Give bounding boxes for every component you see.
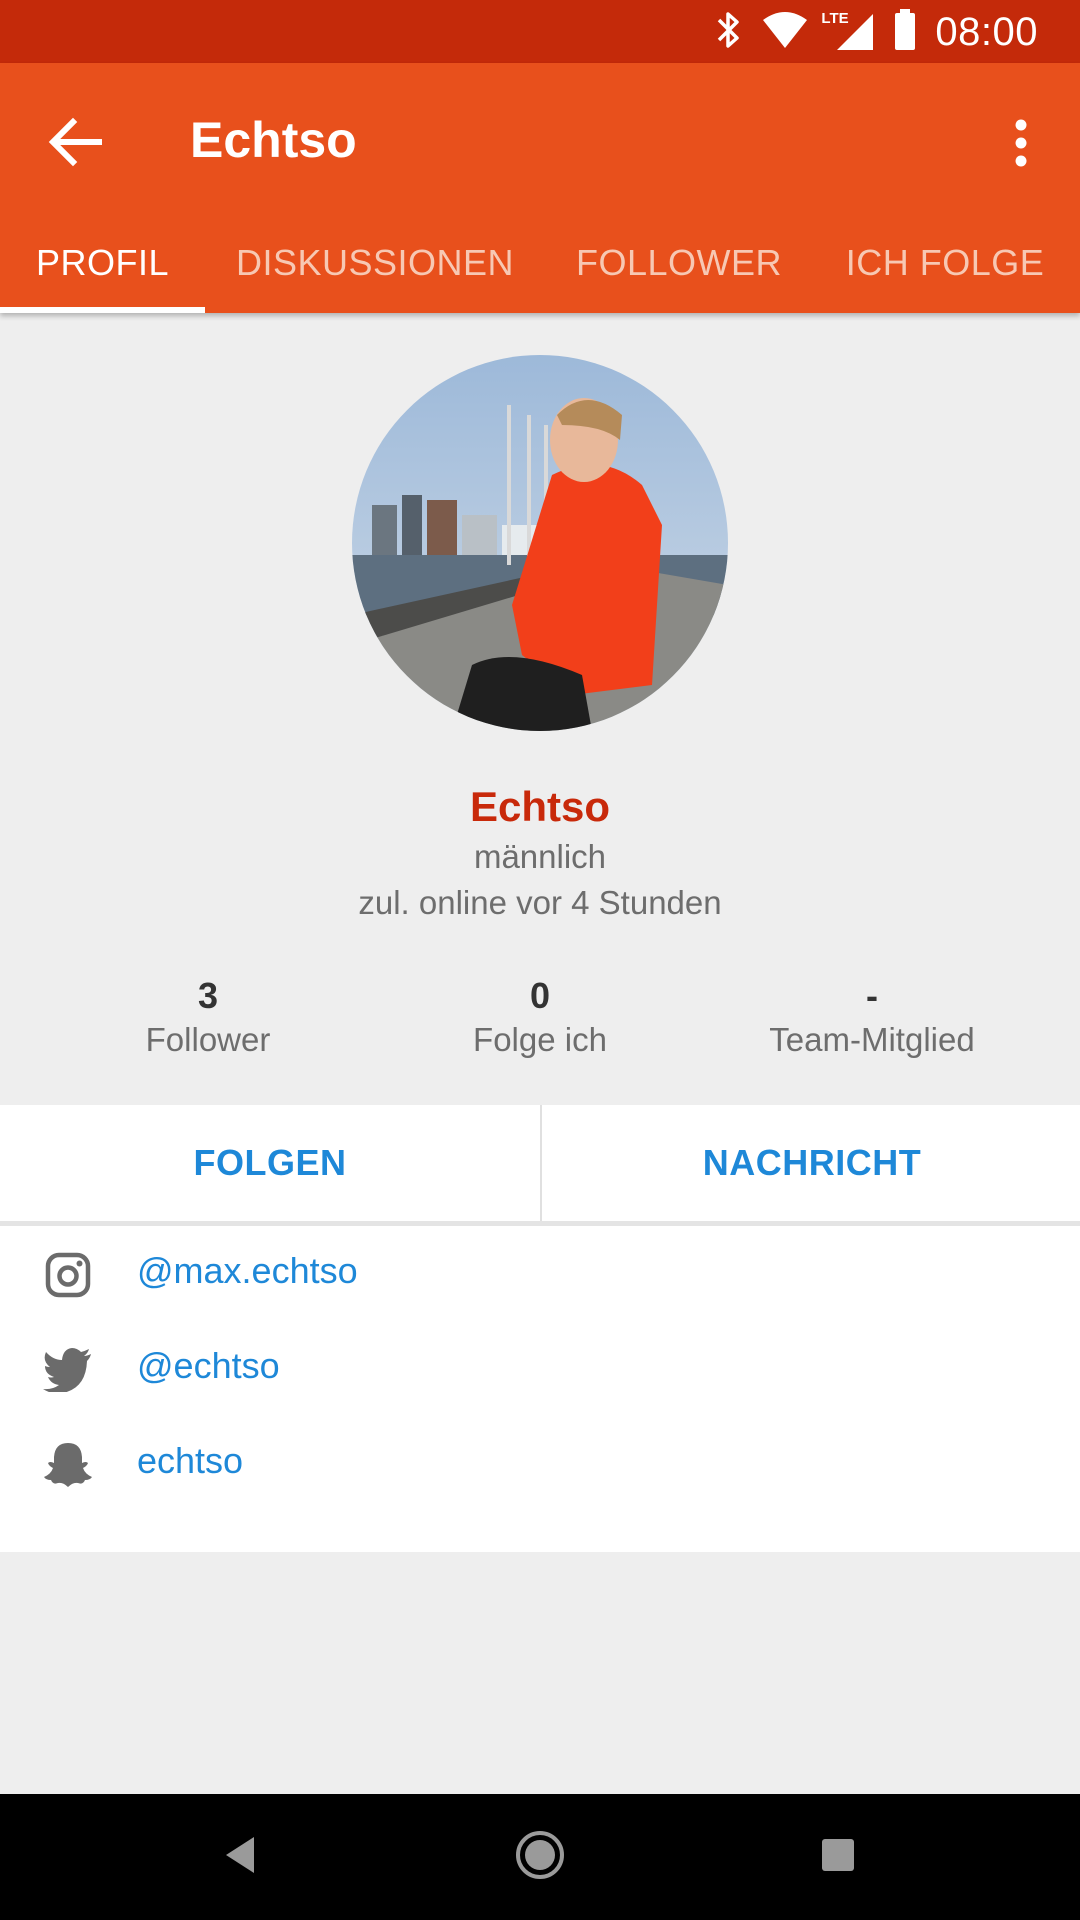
status-time: 08:00 [935,9,1038,54]
stat-label: Team-Mitglied [769,1021,975,1058]
social-row-twitter[interactable]: @echtso [0,1321,1080,1416]
nav-recents-icon [820,1837,856,1878]
social-row-instagram[interactable]: @max.echtso [0,1226,1080,1321]
action-bar: FOLGEN NACHRICHT [0,1105,1080,1226]
social-row-snapchat[interactable]: echtso [0,1416,1080,1511]
arrow-back-icon [47,116,103,173]
tab-diskussionen[interactable]: DISKUSSIONEN [235,213,515,313]
nav-back-button[interactable] [205,1822,275,1892]
social-links: @max.echtso @echtso echtso [0,1226,1080,1552]
instagram-handle[interactable]: @max.echtso [137,1250,358,1292]
stat-value: 0 [529,975,551,1016]
nav-back-icon [222,1835,258,1880]
twitter-icon [42,1344,94,1396]
status-icons: LTE 08:00 [715,8,1038,56]
back-button[interactable] [40,109,110,179]
last-online: zul. online vor 4 Stunden [358,884,722,921]
tab-follower[interactable]: FOLLOWER [570,213,788,313]
profile-gender: männlich [473,838,607,875]
tab-profil[interactable]: PROFIL [0,213,205,313]
profile-name: Echtso [469,783,611,830]
nav-home-icon [514,1829,566,1886]
stat-value: 3 [197,975,219,1016]
app-title: Echtso [190,112,357,168]
battery-icon [893,8,917,56]
message-button[interactable]: NACHRICHT [542,1105,1080,1221]
snapchat-icon [42,1439,94,1491]
bluetooth-icon [715,10,743,55]
tab-bar: PROFIL DISKUSSIONEN FOLLOWER ICH FOLGE [0,213,1080,313]
lte-signal-icon: LTE [821,10,875,52]
more-vert-icon [1014,119,1028,172]
stat-folge-ich[interactable]: 0 Folge ich [360,973,720,1059]
wifi-icon [761,10,809,55]
instagram-icon [42,1249,94,1301]
twitter-handle[interactable]: @echtso [137,1345,280,1387]
overflow-menu-button[interactable] [986,105,1056,185]
avatar[interactable] [352,355,728,731]
snapchat-handle[interactable]: echtso [137,1440,243,1482]
stat-team-mitglied: - Team-Mitglied [692,973,1052,1059]
stat-label: Folge ich [473,1021,607,1058]
profile-section: Echtso männlich zul. online vor 4 Stunde… [0,313,1080,1105]
stat-follower[interactable]: 3 Follower [28,973,388,1059]
nav-home-button[interactable] [505,1822,575,1892]
stat-value: - [866,975,878,1016]
stat-label: Follower [145,1021,271,1058]
lte-label: LTE [821,10,849,27]
tab-ich-folge[interactable]: ICH FOLGE [840,213,1050,313]
nav-recents-button[interactable] [803,1822,873,1892]
follow-button[interactable]: FOLGEN [0,1105,540,1221]
status-bar: LTE 08:00 [0,0,1080,63]
app-bar: Echtso PROFIL DISKUSSIONEN FOLLOWER ICH … [0,63,1080,313]
system-nav-bar [0,1794,1080,1920]
